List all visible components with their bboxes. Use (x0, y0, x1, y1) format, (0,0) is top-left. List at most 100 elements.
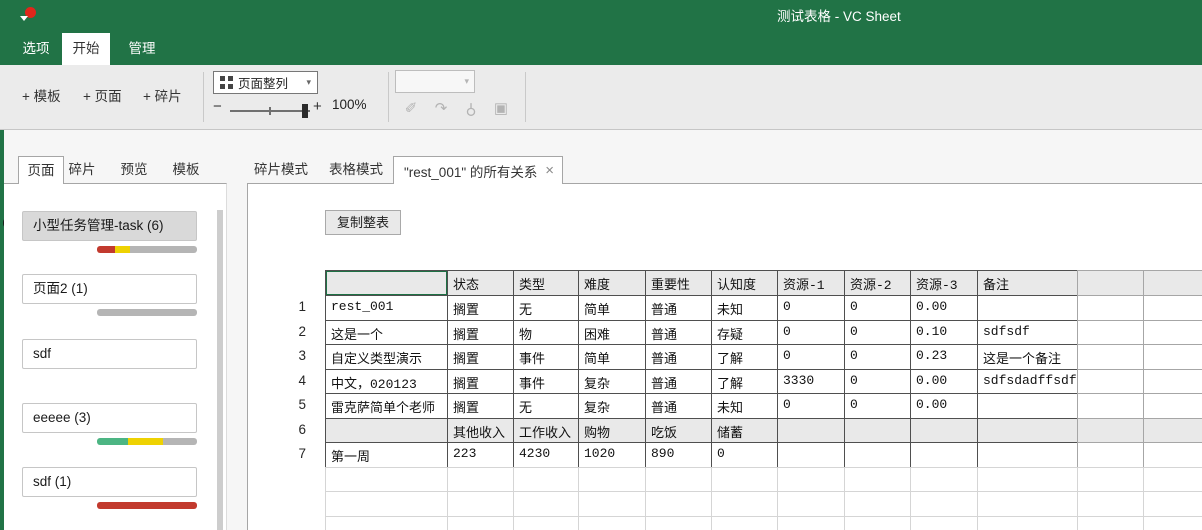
table-cell[interactable]: 复杂 (578, 393, 645, 418)
table-cell[interactable] (1077, 344, 1143, 369)
table-cell[interactable] (910, 491, 977, 516)
add-fragment-button[interactable]: + 碎片 (139, 65, 186, 129)
table-cell[interactable] (447, 491, 513, 516)
table-cell[interactable] (578, 491, 645, 516)
table-cell[interactable] (1143, 320, 1202, 345)
table-cell[interactable] (777, 418, 844, 443)
sidebar-tab-fragments[interactable]: 碎片 (60, 156, 104, 183)
table-cell[interactable]: 4230 (513, 442, 578, 467)
table-cell[interactable]: 0 (844, 393, 910, 418)
table-cell[interactable] (447, 467, 513, 492)
table-cell[interactable] (711, 516, 777, 530)
table-cell[interactable] (711, 491, 777, 516)
table-cell[interactable]: 0 (777, 295, 844, 320)
table-cell[interactable]: 中文，020123 (325, 369, 447, 394)
sidebar-page-item[interactable]: eeeee (3) (22, 403, 197, 433)
table-cell[interactable]: 储蓄 (711, 418, 777, 443)
table-cell[interactable] (1143, 516, 1202, 530)
wand-icon[interactable]: ✐ (401, 99, 421, 119)
table-cell[interactable]: 存疑 (711, 320, 777, 345)
table-cell[interactable] (325, 467, 447, 492)
table-cell[interactable] (1077, 491, 1143, 516)
table-cell[interactable] (977, 516, 1077, 530)
table-cell[interactable]: 0 (844, 344, 910, 369)
column-header-cell[interactable] (325, 270, 447, 295)
table-cell[interactable]: 0.23 (910, 344, 977, 369)
table-cell[interactable]: 吃饭 (645, 418, 711, 443)
table-cell[interactable]: 搁置 (447, 369, 513, 394)
table-cell[interactable] (1143, 467, 1202, 492)
table-cell[interactable] (513, 491, 578, 516)
table-cell[interactable]: 普通 (645, 393, 711, 418)
table-cell[interactable]: 0 (844, 295, 910, 320)
table-cell[interactable] (977, 491, 1077, 516)
table-cell[interactable] (1143, 442, 1202, 467)
table-cell[interactable]: 0 (844, 369, 910, 394)
table-cell[interactable]: 0 (711, 442, 777, 467)
main-tab-rest001-relations[interactable]: "rest_001" 的所有关系 × (393, 156, 563, 184)
table-cell[interactable] (777, 467, 844, 492)
sidebar-page-item[interactable]: 页面2 (1) (22, 274, 197, 304)
table-cell[interactable]: 工作收入 (513, 418, 578, 443)
table-cell[interactable]: 搁置 (447, 393, 513, 418)
main-tab-table-mode[interactable]: 表格模式 (322, 156, 390, 183)
column-header-cell[interactable]: 认知度 (711, 270, 777, 295)
table-cell[interactable]: 这是一个 (325, 320, 447, 345)
table-cell[interactable] (325, 491, 447, 516)
table-cell[interactable]: 3330 (777, 369, 844, 394)
table-cell[interactable] (1143, 295, 1202, 320)
copy-whole-table-button[interactable]: 复制整表 (325, 210, 401, 235)
table-cell[interactable]: 了解 (711, 344, 777, 369)
table-cell[interactable]: 了解 (711, 369, 777, 394)
page-layout-dropdown[interactable]: 页面整列 ▾ (213, 71, 318, 94)
table-cell[interactable] (977, 467, 1077, 492)
table-cell[interactable] (645, 467, 711, 492)
column-header-cell[interactable]: 状态 (447, 270, 513, 295)
table-cell[interactable]: sdfsdf (977, 320, 1077, 345)
table-cell[interactable] (844, 467, 910, 492)
table-cell[interactable]: 0 (777, 393, 844, 418)
table-cell[interactable] (1077, 467, 1143, 492)
table-cell[interactable]: rest_001 (325, 295, 447, 320)
table-cell[interactable] (711, 467, 777, 492)
table-cell[interactable]: 购物 (578, 418, 645, 443)
table-cell[interactable]: 简单 (578, 344, 645, 369)
sidebar-tab-preview[interactable]: 预览 (112, 156, 156, 183)
table-cell[interactable]: 0 (777, 320, 844, 345)
table-cell[interactable] (1077, 442, 1143, 467)
add-page-button[interactable]: + 页面 (79, 65, 126, 129)
column-header-cell[interactable]: 难度 (578, 270, 645, 295)
menu-tab-options[interactable]: 选项 (14, 33, 58, 65)
zoom-in-button[interactable]: + (313, 98, 322, 115)
sidebar-tab-pages[interactable]: 页面 (18, 156, 64, 184)
table-cell[interactable]: 搁置 (447, 344, 513, 369)
table-cell[interactable] (1143, 369, 1202, 394)
table-cell[interactable] (844, 516, 910, 530)
sidebar-scrollbar[interactable] (217, 210, 223, 530)
table-cell[interactable] (1077, 418, 1143, 443)
table-cell[interactable]: 第一周 (325, 442, 447, 467)
column-header-cell[interactable]: 类型 (513, 270, 578, 295)
table-cell[interactable]: 0.00 (910, 369, 977, 394)
table-cell[interactable] (1143, 344, 1202, 369)
table-cell[interactable]: 0.00 (910, 295, 977, 320)
table-cell[interactable]: 0.00 (910, 393, 977, 418)
disabled-combobox[interactable]: ▾ (395, 70, 475, 93)
table-cell[interactable]: sdfsdadffsdff (977, 369, 1077, 394)
table-cell[interactable] (977, 418, 1077, 443)
column-header-cell[interactable]: 重要性 (645, 270, 711, 295)
table-cell[interactable]: 普通 (645, 295, 711, 320)
table-cell[interactable]: 0 (777, 344, 844, 369)
table-cell[interactable] (325, 418, 447, 443)
table-cell[interactable]: 未知 (711, 393, 777, 418)
close-tab-icon[interactable]: × (545, 163, 554, 178)
table-cell[interactable] (513, 516, 578, 530)
table-cell[interactable] (844, 418, 910, 443)
column-header-cell[interactable] (1143, 270, 1202, 295)
table-cell[interactable] (844, 442, 910, 467)
table-cell[interactable] (910, 516, 977, 530)
column-header-cell[interactable] (1077, 270, 1143, 295)
sidebar-tab-templates[interactable]: 模板 (164, 156, 208, 183)
table-cell[interactable] (977, 393, 1077, 418)
table-cell[interactable]: 事件 (513, 344, 578, 369)
